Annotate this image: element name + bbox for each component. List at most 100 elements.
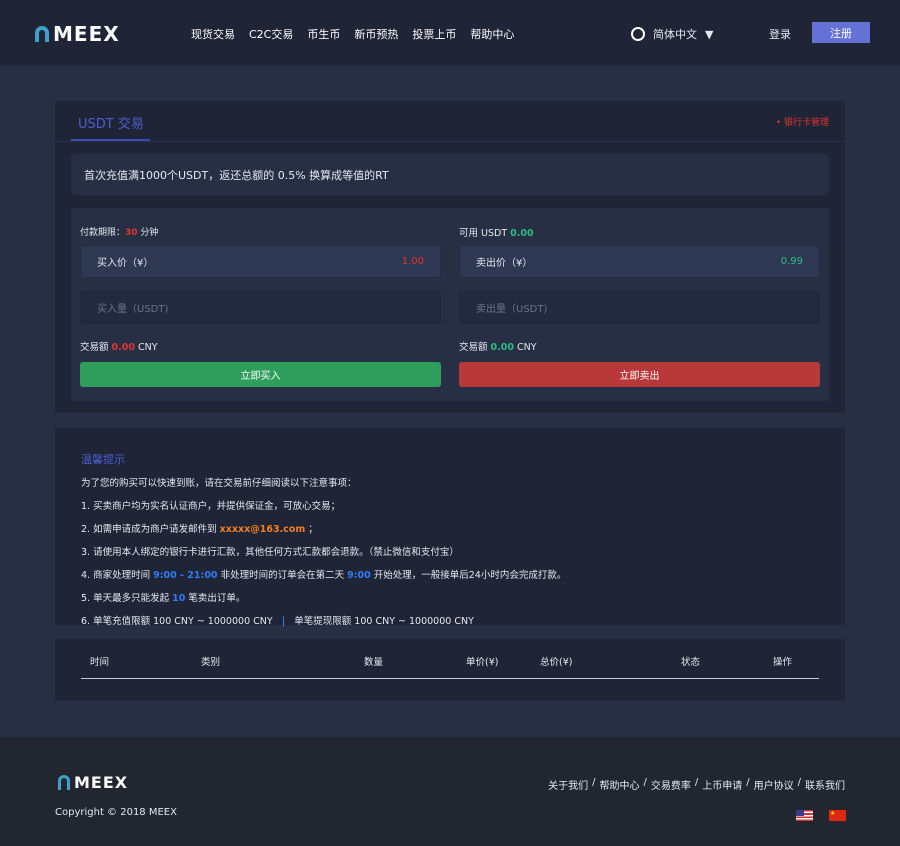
available-usdt: 可用 USDT 0.00 [459,225,534,239]
buy-amount: 交易额 0.00 CNY [80,339,158,353]
promo-text: 首次充值满1000个USDT，返还总额的 0.5% 换算成等值的RT [84,168,389,182]
tip-6: 6. 单笔充值限额 100 CNY ~ 1000000 CNY | 单笔提现限额… [81,613,819,627]
buy-currency: CNY [138,342,158,353]
buy-price-value: 1.00 [401,256,424,267]
tip-6-b: 单笔提现限额 100 CNY ~ 1000000 CNY [294,616,474,627]
payment-limit: 付款期限：30 分钟 [80,225,158,238]
buy-price-label: 买入价（¥） [97,258,154,269]
tip-4-time: 9:00 [347,570,371,581]
footer: MEEX Copyright © 2018 MEEX 关于我们 / 帮助中心 / 交… [0,737,900,846]
th-quantity: 数量 [364,657,384,668]
tip-2-end: ； [305,524,318,535]
footer-link-listing[interactable]: 上币申请 [702,777,742,792]
buy-now-button[interactable]: 立即买入 [80,362,441,387]
buy-qty-placeholder: 买入量（USDT) [97,304,169,315]
sell-amount-label: 交易额 [459,342,488,353]
th-unit-price: 单价(¥) [466,657,499,668]
trade-form: 付款期限：30 分钟 买入价（¥） 1.00 买入量（USDT) 交易额 0.00… [71,208,829,401]
tip-4-b: 非处理时间的订单会在第二天 [217,570,348,581]
limit-value: 30 [125,228,138,238]
footer-link-contact[interactable]: 联系我们 [805,777,845,792]
footer-link-fees[interactable]: 交易费率 [651,777,691,792]
tip-4-c: 开始处理，一般接单后24小时内会完成打款。 [370,570,567,581]
tip-4: 4. 商家处理时间 9:00 - 21:00 非处理时间的订单会在第二天 9:0… [81,567,819,581]
logo-text: MEEX [53,22,120,46]
footer-link-about[interactable]: 关于我们 [548,777,588,792]
logo-arch-icon [58,775,70,790]
tip-5-a: 5. 单天最多只能发起 [81,593,173,604]
divider [55,141,845,142]
logo-arch-icon [35,26,49,42]
top-header: MEEX 现货交易 C2C交易 币生币 新币预热 投票上币 帮助中心 简体中文 … [0,0,900,66]
sell-price-label: 卖出价（¥） [476,258,533,269]
tip-4-a: 4. 商家处理时间 [81,570,154,581]
tip-2: 2. 如需申请成为商户请发邮件到 xxxxx@163.com ； [81,521,819,535]
buy-amount-label: 交易额 [80,342,109,353]
language-label: 简体中文 [653,28,697,41]
globe-icon [631,27,645,41]
main-nav: 现货交易 C2C交易 币生币 新币预热 投票上币 帮助中心 [191,26,514,42]
sell-currency: CNY [517,342,537,353]
nav-c2c[interactable]: C2C交易 [249,26,293,42]
buy-quantity-input[interactable]: 买入量（USDT) [80,291,441,324]
register-button[interactable]: 注册 [812,22,870,43]
separator: / [694,777,699,788]
avail-label: 可用 USDT [459,228,508,239]
th-type: 类别 [201,657,221,668]
tip-5-count: 10 [172,593,186,604]
sell-price-value: 0.99 [780,256,803,267]
sell-quantity-input[interactable]: 卖出量（USDT) [459,291,820,324]
tip-4-hours: 9:00 - 21:00 [153,570,218,581]
trade-panel: USDT 交易 • 银行卡管理 首次充值满1000个USDT，返还总额的 0.5… [55,101,845,413]
caret-down-icon: ▼ [705,27,714,41]
limit-unit: 分钟 [140,228,159,238]
buy-amount-value: 0.00 [111,342,135,353]
footer-logo: MEEX [58,773,128,792]
tip-6-a: 6. 单笔充值限额 100 CNY ~ 1000000 CNY [81,616,273,627]
china-flag-icon[interactable]: ★ [829,810,846,821]
sell-qty-placeholder: 卖出量（USDT) [476,304,548,315]
tip-6-sep: | [281,616,286,627]
buy-price-field: 买入价（¥） 1.00 [80,245,441,278]
tips-title: 温馨提示 [81,453,125,466]
copyright: Copyright © 2018 MEEX [55,807,177,818]
merchant-email: xxxxx@163.com [219,524,306,535]
sell-amount: 交易额 0.00 CNY [459,339,537,353]
th-status: 状态 [681,657,701,668]
tip-5-b: 笔卖出订单。 [185,593,246,604]
footer-links: 关于我们 / 帮助中心 / 交易费率 / 上币申请 / 用户协议 / 联系我们 [548,777,845,792]
logo[interactable]: MEEX [35,22,120,46]
avail-value: 0.00 [510,228,534,239]
tip-5: 5. 单天最多只能发起 10 笔卖出订单。 [81,590,819,604]
tips-intro: 为了您的购买可以快速到账，请在交易前仔细阅读以下注意事项： [81,478,357,489]
nav-coin[interactable]: 币生币 [307,26,340,42]
footer-link-agreement[interactable]: 用户协议 [754,777,794,792]
sell-now-button[interactable]: 立即卖出 [459,362,820,387]
tip-3: 3. 请使用本人绑定的银行卡进行汇款，其他任何方式汇款都会退款。（禁止微信和支付… [81,547,459,558]
sell-amount-value: 0.00 [490,342,514,353]
footer-logo-text: MEEX [74,773,129,792]
tip-1: 1. 买卖商户均为实名认证商户，并提供保证金，可放心交易； [81,501,341,512]
orders-table [55,639,845,701]
separator: / [797,777,801,788]
tip-2-text: 2. 如需申请成为商户请发邮件到 [81,524,220,535]
promo-banner: 首次充值满1000个USDT，返还总额的 0.5% 换算成等值的RT [71,154,829,195]
bank-card-link[interactable]: • 银行卡管理 [776,115,829,128]
separator: / [746,777,750,788]
us-flag-icon[interactable] [796,810,813,821]
separator: / [592,777,596,788]
tips-panel: 温馨提示 为了您的购买可以快速到账，请在交易前仔细阅读以下注意事项： 1. 买卖… [55,428,845,627]
nav-new-coin[interactable]: 新币预热 [354,26,398,42]
separator: / [643,777,647,788]
footer-link-help[interactable]: 帮助中心 [600,777,640,792]
nav-help[interactable]: 帮助中心 [470,26,514,42]
language-selector[interactable]: 简体中文 ▼ [631,26,713,42]
nav-spot[interactable]: 现货交易 [191,26,235,42]
th-total-price: 总价(¥) [540,657,573,668]
nav-vote[interactable]: 投票上币 [412,26,456,42]
login-link[interactable]: 登录 [769,26,791,42]
th-time: 时间 [90,657,110,668]
sell-price-field: 卖出价（¥） 0.99 [459,245,820,278]
tab-usdt-trade[interactable]: USDT 交易 [78,113,144,132]
th-action: 操作 [773,657,793,668]
